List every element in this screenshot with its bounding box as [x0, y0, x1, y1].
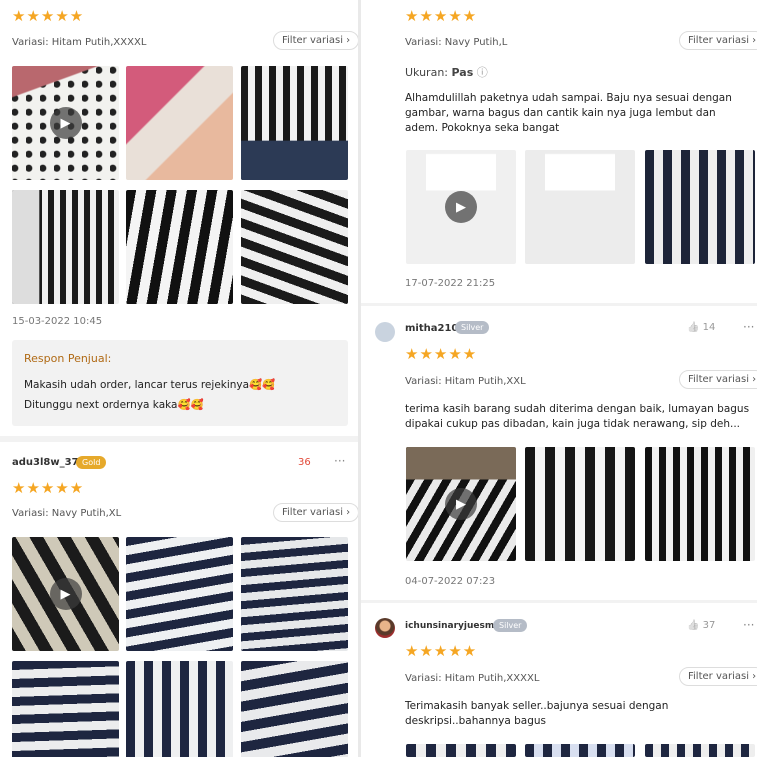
review-photo[interactable]	[126, 66, 233, 180]
review-video-thumbnail[interactable]: ▶	[12, 66, 119, 180]
variation-label: Variasi: Hitam Putih,XXL	[405, 376, 526, 387]
like-button[interactable]: 👍 37	[687, 620, 715, 631]
filter-variation-button[interactable]: Filter variasi ›	[679, 370, 757, 389]
review-photo[interactable]	[126, 537, 233, 651]
seller-response: Respon Penjual: Makasih udah order, lanc…	[12, 340, 348, 426]
review-card: mitha210 Silver 👍 14 ··· ★★★★★ Variasi: …	[361, 306, 757, 600]
review-date: 15-03-2022 10:45	[12, 316, 103, 327]
thumbs-up-icon: 👍	[687, 620, 700, 631]
reviewer-name[interactable]: ichunsinaryjuesmi	[405, 621, 497, 631]
reviewer-avatar[interactable]	[375, 618, 395, 638]
review-photo[interactable]	[126, 661, 233, 757]
review-card: adu3l8w_37 Gold 36 ··· ★★★★★ Variasi: Na…	[0, 442, 358, 757]
review-photo[interactable]	[241, 66, 348, 180]
review-card: ★★★★★ Variasi: Hitam Putih,XXXXL Filter …	[0, 0, 358, 432]
rating-stars: ★★★★★	[12, 7, 85, 25]
size-fit: Ukuran: Pas ⓘ	[405, 64, 488, 80]
review-text: Terimakasih banyak seller..bajunya sesua…	[405, 700, 669, 727]
reviewer-name[interactable]: mitha210	[405, 323, 458, 334]
review-photo[interactable]	[241, 190, 348, 304]
member-badge: Silver	[493, 619, 528, 632]
play-icon: ▶	[445, 191, 477, 223]
review-video-thumbnail[interactable]: ▶	[12, 537, 119, 651]
review-video-thumbnail[interactable]: ▶	[406, 150, 516, 264]
review-card: ichunsinaryjuesmi Silver 👍 37 ··· ★★★★★ …	[361, 603, 757, 757]
filter-variation-button[interactable]: Filter variasi ›	[679, 31, 757, 50]
review-text: Alhamdulillah paketnya udah sampai. Baju…	[405, 92, 732, 134]
rating-stars: ★★★★★	[405, 642, 478, 660]
review-photo[interactable]	[645, 744, 755, 757]
play-icon: ▶	[49, 107, 82, 139]
member-badge: Gold	[76, 456, 107, 469]
rating-stars: ★★★★★	[405, 7, 478, 25]
size-fit-label: Ukuran:	[405, 66, 448, 79]
review-photo[interactable]	[525, 150, 635, 264]
review-photo[interactable]	[12, 661, 119, 757]
seller-response-text: Makasih udah order, lancar terus rejekin…	[24, 379, 276, 391]
review-photo[interactable]	[645, 447, 755, 561]
size-fit-value: Pas	[451, 66, 474, 79]
review-photo[interactable]	[406, 744, 516, 757]
more-options-icon[interactable]: ···	[743, 618, 754, 632]
thumbs-up-icon: 👍	[687, 322, 700, 333]
rating-stars: ★★★★★	[12, 479, 85, 497]
like-button[interactable]: 👍 14	[687, 322, 715, 333]
filter-variation-button[interactable]: Filter variasi ›	[273, 31, 358, 50]
seller-response-title: Respon Penjual:	[24, 352, 112, 365]
info-icon[interactable]: ⓘ	[477, 66, 488, 79]
review-date: 04-07-2022 07:23	[405, 576, 496, 587]
like-count[interactable]: 36	[298, 457, 311, 468]
variation-label: Variasi: Navy Putih,XL	[12, 508, 122, 519]
review-card: ★★★★★ Variasi: Navy Putih,L Filter varia…	[361, 0, 757, 300]
review-photo[interactable]	[241, 537, 348, 651]
review-video-thumbnail[interactable]: ▶	[406, 447, 516, 561]
review-text: terima kasih barang sudah diterima denga…	[405, 403, 750, 430]
play-icon: ▶	[445, 488, 477, 520]
rating-stars: ★★★★★	[405, 345, 478, 363]
variation-label: Variasi: Hitam Putih,XXXXL	[405, 673, 540, 684]
more-options-icon[interactable]: ···	[334, 454, 345, 468]
like-count: 14	[702, 322, 716, 333]
play-icon: ▶	[49, 578, 82, 610]
reviewer-avatar[interactable]	[375, 322, 395, 342]
review-photo[interactable]	[12, 190, 119, 304]
review-photo[interactable]	[241, 661, 348, 757]
seller-response-text: Ditunggu next ordernya kaka🥰🥰	[24, 399, 204, 411]
variation-label: Variasi: Navy Putih,L	[405, 37, 508, 48]
member-badge: Silver	[455, 321, 490, 334]
filter-variation-button[interactable]: Filter variasi ›	[679, 667, 757, 686]
more-options-icon[interactable]: ···	[743, 320, 754, 334]
right-review-column: ★★★★★ Variasi: Navy Putih,L Filter varia…	[361, 0, 757, 757]
review-photo[interactable]	[645, 150, 755, 264]
filter-variation-button[interactable]: Filter variasi ›	[273, 503, 358, 522]
review-photo[interactable]	[525, 744, 635, 757]
review-photo[interactable]	[525, 447, 635, 561]
reviewer-name[interactable]: adu3l8w_37	[12, 457, 79, 468]
left-review-column: ★★★★★ Variasi: Hitam Putih,XXXXL Filter …	[0, 0, 358, 757]
variation-label: Variasi: Hitam Putih,XXXXL	[12, 37, 147, 48]
review-photo[interactable]	[126, 190, 233, 304]
review-date: 17-07-2022 21:25	[405, 278, 496, 289]
like-count: 37	[702, 620, 716, 631]
